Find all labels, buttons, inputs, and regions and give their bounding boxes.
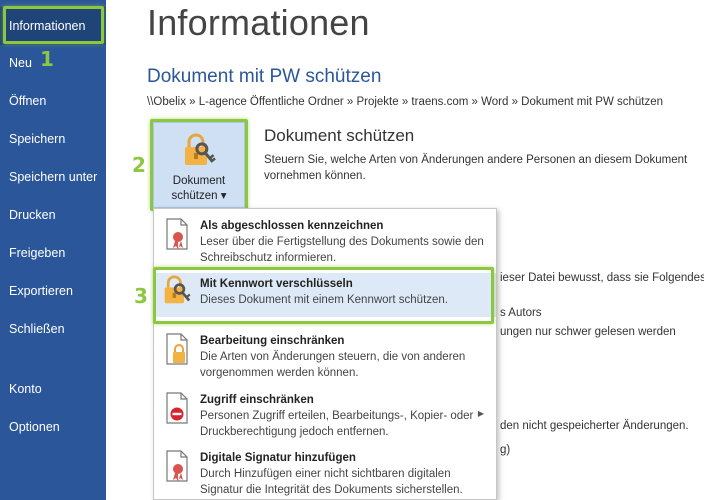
menu-item-digital-signature[interactable]: Digitale Signatur hinzufügen Durch Hinzu… [154,447,496,500]
menu-item-title: Digitale Signatur hinzufügen [200,452,356,464]
menu-item-title: Zugriff einschränken [200,394,314,406]
background-text: s Autors [500,307,542,319]
menu-item-description: Die Arten von Änderungen steuern, die vo… [200,351,466,379]
document-title: Dokument mit PW schützen [147,66,382,87]
nav-freigeben[interactable]: Freigeben [0,234,106,272]
nav-label: Öffnen [9,94,47,108]
nav-label: Konto [9,382,42,396]
step-1-number: 1 [40,47,54,71]
menu-item-restrict-editing[interactable]: Bearbeitung einschränken Die Arten von Ä… [154,330,496,386]
document-path[interactable]: \\Obelix » L-agence Öffentliche Ordner »… [147,96,663,108]
menu-item-mark-final[interactable]: Als abgeschlossen kennzeichnen Leser übe… [154,215,496,271]
menu-item-encrypt-password[interactable]: Mit Kennwort verschlüsseln Dieses Dokume… [154,273,496,317]
nav-label: Neu [9,56,32,70]
nav-konto[interactable]: Konto [0,370,106,408]
menu-item-title: Bearbeitung einschränken [200,335,345,347]
nav-label: Freigeben [9,246,66,260]
ribbon-document-icon [154,447,200,500]
nav-drucken[interactable]: Drucken [0,196,106,234]
menu-item-title: Als abgeschlossen kennzeichnen [200,220,384,232]
nav-oeffnen[interactable]: Öffnen [0,82,106,120]
nav-speichern-unter[interactable]: Speichern unter [0,158,106,196]
menu-item-description: Leser über die Fertigstellung des Dokume… [200,236,484,264]
background-text: ungen nur schwer gelesen werden [500,326,676,338]
submenu-arrow-icon: ▶ [477,409,484,418]
menu-item-description: Durch Hinzufügen einer nicht sichtbaren … [200,468,463,496]
background-text: den nicht gespeicherter Änderungen. [500,420,689,432]
nav-label: Speichern [9,132,66,146]
protect-document-button[interactable]: Dokument schützen ▾ [153,122,245,208]
nav-label: Optionen [9,420,60,434]
nav-schliessen[interactable]: Schließen [0,310,106,348]
menu-item-restrict-access[interactable]: Zugriff einschränken Personen Zugriff er… [154,389,496,445]
document-block-icon [154,389,200,445]
nav-exportieren[interactable]: Exportieren [0,272,106,310]
nav-label: Drucken [9,208,56,222]
protect-document-menu: Als abgeschlossen kennzeichnen Leser übe… [153,208,497,500]
step-3-number: 3 [134,284,148,308]
lock-key-icon [181,133,217,172]
nav-informationen[interactable]: Informationen [0,7,106,45]
nav-optionen[interactable]: Optionen [0,408,106,446]
protect-section-title: Dokument schützen [264,126,415,145]
step-2-number: 2 [132,153,146,177]
protect-button-label: Dokument schützen ▾ [171,175,227,202]
background-text: g) [500,444,511,456]
nav-label: Speichern unter [9,170,98,184]
menu-item-description: Personen Zugriff erteilen, Bearbeitungs-… [200,410,474,438]
protect-section-description: Steuern Sie, welche Arten von Änderungen… [264,154,688,182]
menu-item-title: Mit Kennwort verschlüsseln [200,278,353,290]
page-title: Informationen [147,2,370,43]
background-text: ieser Datei bewusst, dass sie Folgendes [500,272,704,284]
menu-item-description: Dieses Dokument mit einem Kennwort schüt… [200,294,448,306]
lock-key-icon [154,273,200,317]
ribbon-document-icon [154,215,200,271]
nav-label: Schließen [9,322,65,336]
nav-speichern[interactable]: Speichern [0,120,106,158]
nav-label: Exportieren [9,284,73,298]
document-lock-icon [154,330,200,386]
nav-label: Informationen [9,19,86,33]
backstage-sidebar: Informationen Neu Öffnen Speichern Speic… [0,0,106,500]
